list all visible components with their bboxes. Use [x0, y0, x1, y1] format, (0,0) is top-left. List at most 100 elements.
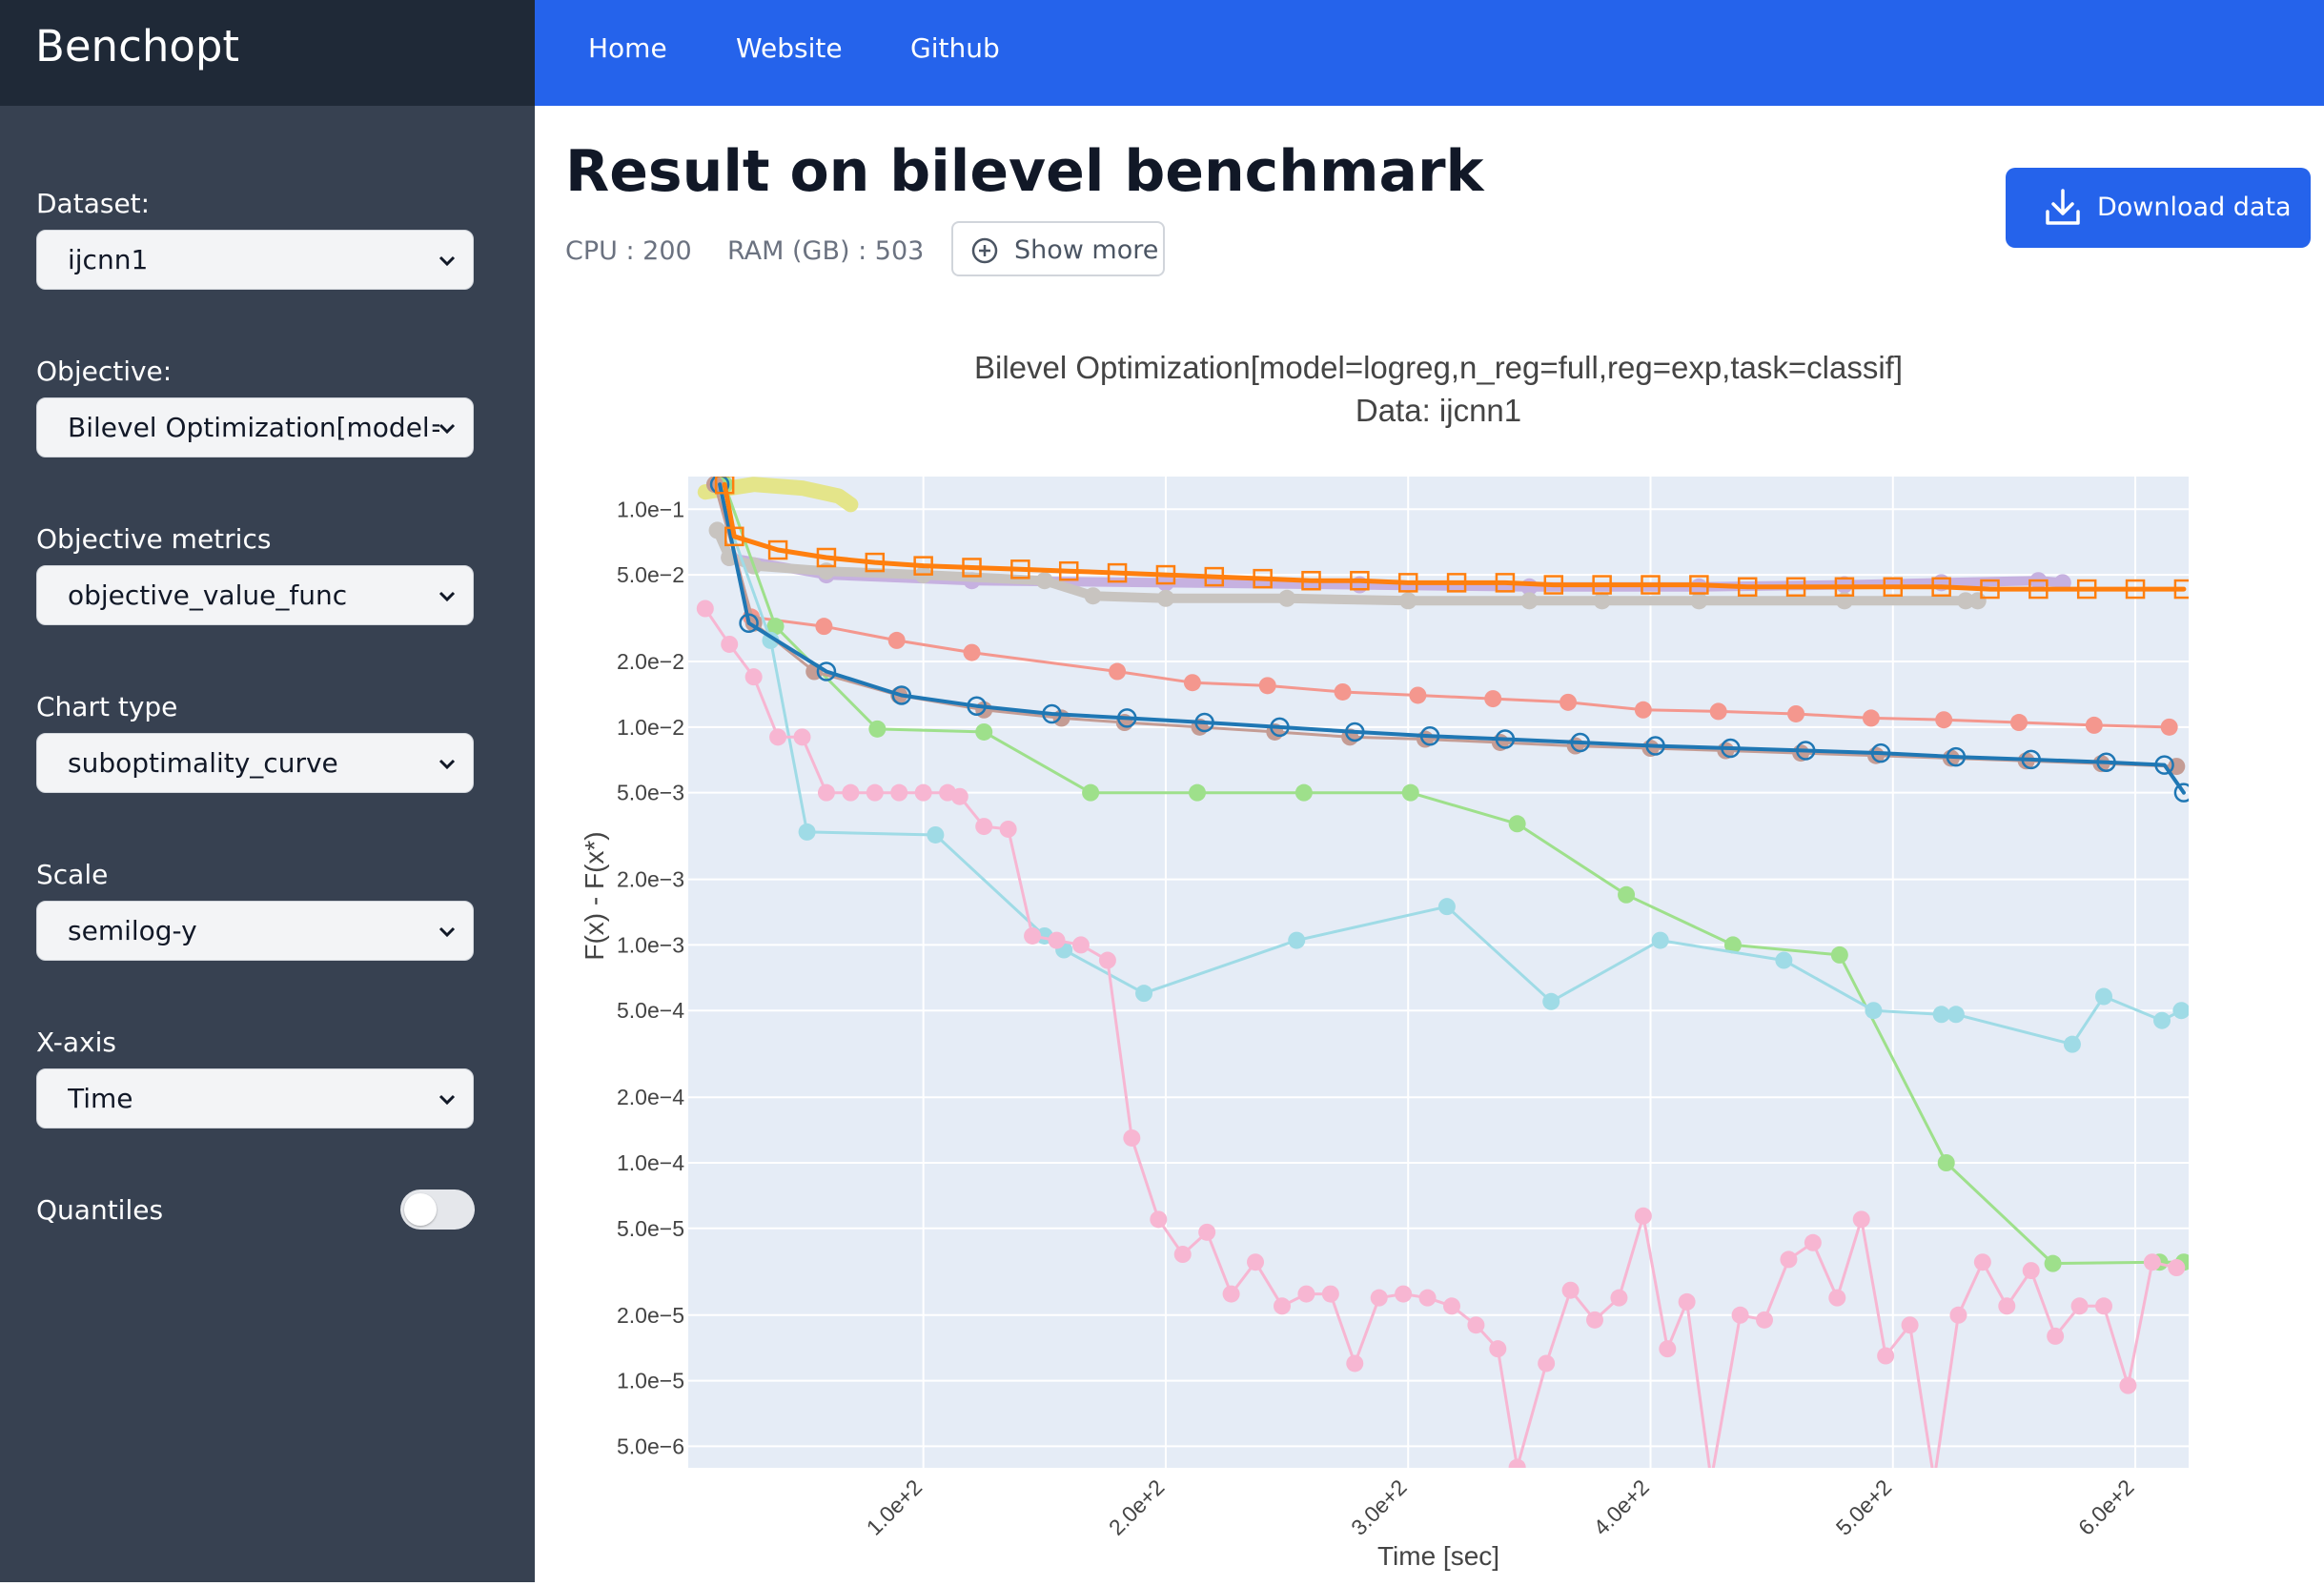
chart-container: 1.0e+2 2.0e+2 3.0e+2 4.0e+2 5.0e+2 6.0e+2 1.0e… [535, 324, 2324, 1582]
data-point [927, 825, 945, 844]
scale-label: Scale [36, 859, 109, 890]
data-point [975, 722, 993, 741]
y-tick-label: 1.0e−5 [617, 1369, 684, 1393]
data-point [1297, 1285, 1315, 1303]
data-point [1024, 926, 1042, 945]
data-point [1484, 690, 1502, 708]
show-more-button[interactable]: Show more [951, 221, 1165, 276]
data-point [1593, 592, 1611, 610]
data-point [1437, 898, 1456, 916]
data-point [769, 728, 787, 746]
download-icon [2046, 189, 2080, 225]
y-tick-label: 1.0e−2 [617, 715, 684, 740]
brand-name[interactable]: Benchopt [35, 21, 239, 71]
nav-website-link[interactable]: Website [736, 32, 843, 64]
data-point [696, 600, 714, 618]
y-tick-label: 1.0e−1 [617, 497, 684, 521]
xaxis-select[interactable]: Time [36, 1068, 474, 1128]
data-point [2063, 1035, 2081, 1053]
y-tick-label: 5.0e−3 [617, 781, 684, 805]
data-point [1702, 1472, 1720, 1489]
data-point [1877, 1347, 1895, 1365]
data-point [1508, 1458, 1526, 1468]
data-point [1346, 1354, 1364, 1372]
chart-type-select[interactable]: suboptimality_curve [36, 733, 474, 793]
data-point [1926, 1472, 1943, 1489]
data-point [2119, 1376, 2137, 1394]
dataset-select[interactable]: ijcnn1 [36, 230, 474, 290]
data-point [1123, 1128, 1141, 1147]
data-point [890, 783, 908, 802]
data-point [1690, 592, 1708, 610]
data-point [1998, 1297, 2016, 1315]
data-point [1442, 1297, 1460, 1315]
data-point [1651, 931, 1669, 949]
x-tick-label: 2.0e+2 [1104, 1474, 1170, 1540]
data-point [1852, 1210, 1870, 1229]
nav-home-link[interactable]: Home [588, 32, 667, 64]
data-point [1048, 931, 1066, 949]
quantiles-label: Quantiles [36, 1194, 164, 1226]
data-point [1935, 711, 1953, 729]
chevron-down-icon [438, 1094, 456, 1106]
data-point [1901, 1316, 1919, 1334]
show-more-label: Show more [1014, 235, 1159, 265]
data-point [1780, 1250, 1798, 1269]
data-point [2160, 718, 2178, 736]
suboptimality-chart: 1.0e+2 2.0e+2 3.0e+2 4.0e+2 5.0e+2 6.0e+2 1.0e… [580, 350, 2189, 1571]
data-point [1561, 1281, 1580, 1299]
data-point [815, 618, 833, 636]
x-tick-label: 3.0e+2 [1346, 1474, 1412, 1540]
data-point [1247, 1253, 1265, 1271]
data-point [1156, 589, 1174, 607]
nav-github-link[interactable]: Github [910, 32, 1000, 64]
data-point [1937, 1154, 1955, 1171]
download-data-button[interactable]: Download data [2006, 168, 2311, 248]
y-axis-label: F(x) - F(x*) [580, 831, 609, 960]
dataset-select-value: ijcnn1 [68, 244, 149, 275]
quantiles-toggle[interactable] [400, 1190, 475, 1230]
y-tick-label: 2.0e−4 [617, 1085, 684, 1109]
data-point [866, 783, 884, 802]
chart-type-label: Chart type [36, 691, 178, 722]
scale-select-value: semilog-y [68, 915, 197, 946]
plus-circle-icon [971, 237, 998, 264]
objective-select[interactable]: Bilevel Optimization[model=logreg,n_reg=… [36, 397, 474, 458]
data-point [1082, 783, 1100, 802]
data-point [1731, 1306, 1749, 1324]
data-point [1395, 1285, 1413, 1303]
data-point [1183, 674, 1201, 692]
metrics-select[interactable]: objective_value_func [36, 565, 474, 625]
data-point [1618, 885, 1636, 904]
data-point [1538, 1354, 1556, 1372]
data-point [1409, 686, 1427, 704]
data-point [1973, 1253, 1991, 1271]
data-point [2010, 714, 2028, 732]
data-point [1098, 951, 1116, 969]
data-point [2095, 987, 2113, 1006]
data-point [1258, 677, 1276, 695]
xaxis-label: X-axis [36, 1027, 116, 1058]
data-point [1273, 1297, 1291, 1315]
data-point [1775, 951, 1793, 969]
cpu-info: CPU : 200 [565, 236, 692, 266]
scale-select[interactable]: semilog-y [36, 901, 474, 961]
data-point [1542, 992, 1560, 1010]
data-point [744, 668, 763, 686]
chart-type-select-value: suboptimality_curve [68, 747, 338, 779]
data-point [708, 521, 726, 539]
download-label: Download data [2097, 193, 2292, 222]
dataset-label: Dataset: [36, 188, 151, 219]
data-point [1560, 693, 1578, 711]
chevron-down-icon [438, 591, 456, 602]
brand-header: Benchopt [0, 0, 535, 106]
data-point [817, 783, 835, 802]
data-point [1862, 709, 1880, 727]
chevron-down-icon [438, 759, 456, 770]
data-point [1787, 704, 1805, 722]
data-point [1370, 1289, 1388, 1307]
data-point [1401, 783, 1419, 802]
top-nav: Home Website Github [535, 0, 2324, 106]
data-point [950, 787, 968, 805]
x-tick-label: 6.0e+2 [2073, 1474, 2139, 1540]
